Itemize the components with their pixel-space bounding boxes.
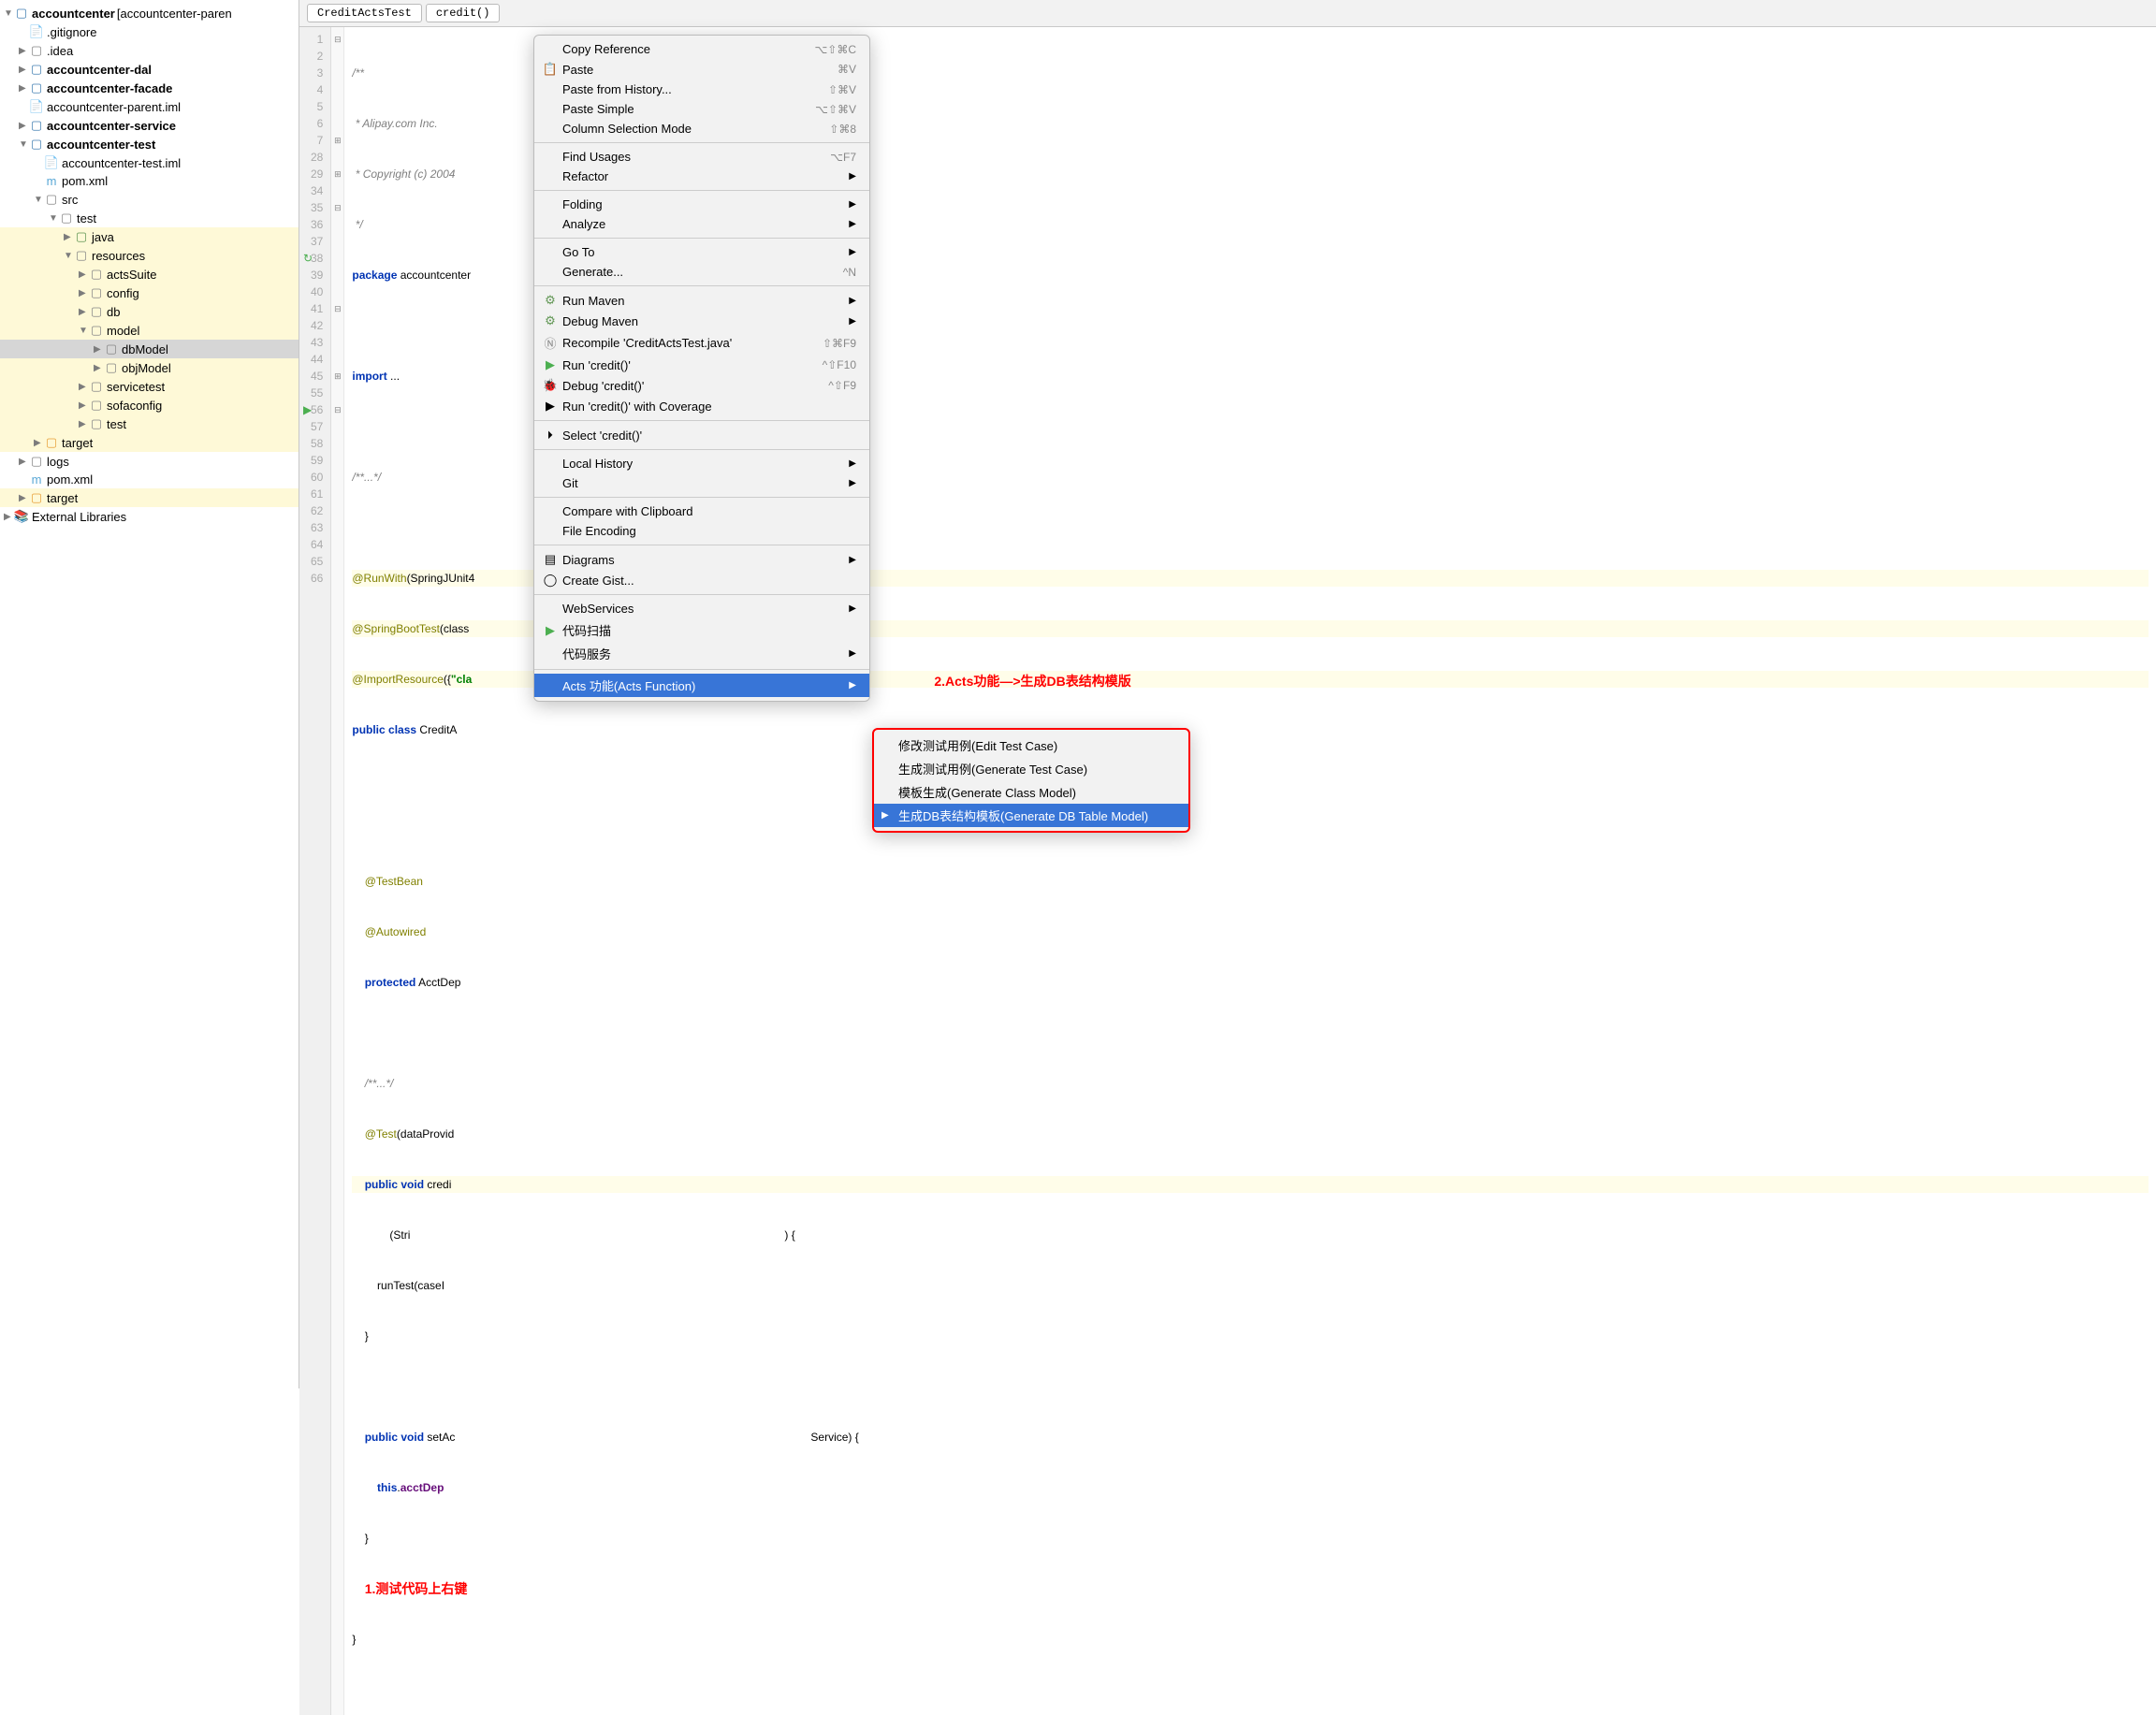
menu-folding[interactable]: Folding▶ <box>534 195 869 214</box>
menu-select[interactable]: 🞂Select 'credit()' <box>534 425 869 445</box>
menu-git[interactable]: Git▶ <box>534 473 869 493</box>
tree-item[interactable]: ▶▢db <box>0 302 299 321</box>
run-gutter-icon[interactable]: ▶ <box>303 401 312 418</box>
menu-find-usages[interactable]: Find Usages⌥F7 <box>534 147 869 167</box>
tree-item[interactable]: ▶▢java <box>0 227 299 246</box>
annotation-1: 1.测试代码上右键 <box>365 1580 468 1597</box>
tree-item[interactable]: ▶▢test <box>0 414 299 433</box>
hammer-icon: Ⓝ <box>542 334 559 352</box>
menu-compare-clipboard[interactable]: Compare with Clipboard <box>534 501 869 521</box>
menu-refactor[interactable]: Refactor▶ <box>534 167 869 186</box>
tree-item[interactable]: ▶▢actsSuite <box>0 265 299 283</box>
tree-item-selected[interactable]: ▶▢dbModel <box>0 340 299 358</box>
context-menu[interactable]: Copy Reference⌥⇧⌘C 📋Paste⌘V Paste from H… <box>533 35 870 702</box>
submenu-gen-case[interactable]: 生成测试用例(Generate Test Case) <box>874 757 1188 780</box>
tree-item[interactable]: ▶▢accountcenter-service <box>0 116 299 135</box>
github-icon: ◯ <box>542 573 559 588</box>
submenu-edit-case[interactable]: 修改测试用例(Edit Test Case) <box>874 734 1188 757</box>
project-tree[interactable]: ▼▢accountcenter [accountcenter-paren 📄.g… <box>0 0 299 1388</box>
menu-diagrams[interactable]: ▤Diagrams▶ <box>534 549 869 570</box>
tree-item[interactable]: 📄accountcenter-test.iml <box>0 153 299 172</box>
tree-item[interactable]: ▼▢src <box>0 190 299 209</box>
tree-item[interactable]: mpom.xml <box>0 172 299 190</box>
tree-item[interactable]: ▼▢model <box>0 321 299 340</box>
menu-create-gist[interactable]: ◯Create Gist... <box>534 570 869 590</box>
menu-column-selection[interactable]: Column Selection Mode⇧⌘8 <box>534 119 869 138</box>
menu-coverage[interactable]: ▶Run 'credit()' with Coverage <box>534 396 869 416</box>
tree-item[interactable]: ▼▢resources <box>0 246 299 265</box>
menu-generate[interactable]: Generate...^N <box>534 262 869 282</box>
menu-recompile[interactable]: ⓃRecompile 'CreditActsTest.java'⇧⌘F9 <box>534 331 869 355</box>
tree-root[interactable]: ▼▢accountcenter [accountcenter-paren <box>0 4 299 22</box>
tree-item[interactable]: ▶▢objModel <box>0 358 299 377</box>
tree-item[interactable]: ▶▢config <box>0 283 299 302</box>
menu-goto[interactable]: Go To▶ <box>534 242 869 262</box>
gutter: 1 2 3 4 5 6 7 28 29 34 35 36 37 ↻38 39 4… <box>299 27 331 1715</box>
select-icon: 🞂 <box>542 428 559 443</box>
menu-analyze[interactable]: Analyze▶ <box>534 214 869 234</box>
menu-debug-maven[interactable]: ⚙Debug Maven▶ <box>534 311 869 331</box>
tree-item[interactable]: ▶▢accountcenter-dal <box>0 60 299 79</box>
tree-label: accountcenter <box>32 7 115 21</box>
paste-icon: 📋 <box>542 62 559 77</box>
tree-item[interactable]: ▶▢logs <box>0 452 299 471</box>
tree-external-libs[interactable]: ▶📚External Libraries <box>0 507 299 526</box>
menu-local-history[interactable]: Local History▶ <box>534 454 869 473</box>
submenu-gen-class[interactable]: 模板生成(Generate Class Model) <box>874 780 1188 804</box>
breadcrumb-class[interactable]: CreditActsTest <box>307 4 422 22</box>
bug-icon: 🐞 <box>542 378 559 393</box>
editor-area: CreditActsTest credit() 1 2 3 4 5 6 7 28… <box>299 0 2156 1388</box>
menu-paste[interactable]: 📋Paste⌘V <box>534 59 869 80</box>
menu-debug[interactable]: 🐞Debug 'credit()'^⇧F9 <box>534 375 869 396</box>
menu-run-maven[interactable]: ⚙Run Maven▶ <box>534 290 869 311</box>
fold-column[interactable]: ⊟ ⊞⊞ ⊟ ⊟ ⊞⊟ <box>331 27 344 1715</box>
editor-main[interactable]: 1 2 3 4 5 6 7 28 29 34 35 36 37 ↻38 39 4… <box>299 27 2156 1715</box>
menu-paste-simple[interactable]: Paste Simple⌥⇧⌘V <box>534 99 869 119</box>
gear-icon: ⚙ <box>542 313 559 328</box>
gear-icon: ⚙ <box>542 293 559 308</box>
play-icon: ▶ <box>542 357 559 372</box>
submenu-gen-db[interactable]: ▶生成DB表结构模板(Generate DB Table Model) <box>874 804 1188 827</box>
annotation-2: 2.Acts功能—>生成DB表结构模版 <box>934 673 1130 690</box>
tree-item[interactable]: ▶▢accountcenter-facade <box>0 79 299 97</box>
menu-code-scan[interactable]: ▶代码扫描 <box>534 618 869 642</box>
acts-submenu[interactable]: 修改测试用例(Edit Test Case) 生成测试用例(Generate T… <box>872 728 1190 833</box>
diagram-icon: ▤ <box>542 552 559 567</box>
menu-acts-function[interactable]: Acts 功能(Acts Function)▶ <box>534 674 869 697</box>
menu-copy-reference[interactable]: Copy Reference⌥⇧⌘C <box>534 39 869 59</box>
menu-file-encoding[interactable]: File Encoding <box>534 521 869 541</box>
tree-item[interactable]: ▶▢sofaconfig <box>0 396 299 414</box>
tree-item[interactable]: mpom.xml <box>0 471 299 488</box>
menu-paste-history[interactable]: Paste from History...⇧⌘V <box>534 80 869 99</box>
tree-item[interactable]: ▶▢.idea <box>0 41 299 60</box>
play-icon: ▶ <box>542 623 559 638</box>
menu-run[interactable]: ▶Run 'credit()'^⇧F10 <box>534 355 869 375</box>
menu-code-service[interactable]: 代码服务▶ <box>534 642 869 665</box>
tree-item[interactable]: ▼▢test <box>0 209 299 227</box>
menu-webservices[interactable]: WebServices▶ <box>534 599 869 618</box>
breadcrumb-method[interactable]: credit() <box>426 4 501 22</box>
breadcrumb: CreditActsTest credit() <box>299 0 2156 27</box>
tree-item[interactable]: ▶▢servicetest <box>0 377 299 396</box>
tree-item[interactable]: ▼▢accountcenter-test <box>0 135 299 153</box>
coverage-icon: ▶ <box>542 399 559 414</box>
tree-item[interactable]: ▶▢target <box>0 488 299 507</box>
tree-item[interactable]: ▶▢target <box>0 433 299 452</box>
tree-item[interactable]: 📄.gitignore <box>0 22 299 41</box>
tree-item[interactable]: 📄accountcenter-parent.iml <box>0 97 299 116</box>
